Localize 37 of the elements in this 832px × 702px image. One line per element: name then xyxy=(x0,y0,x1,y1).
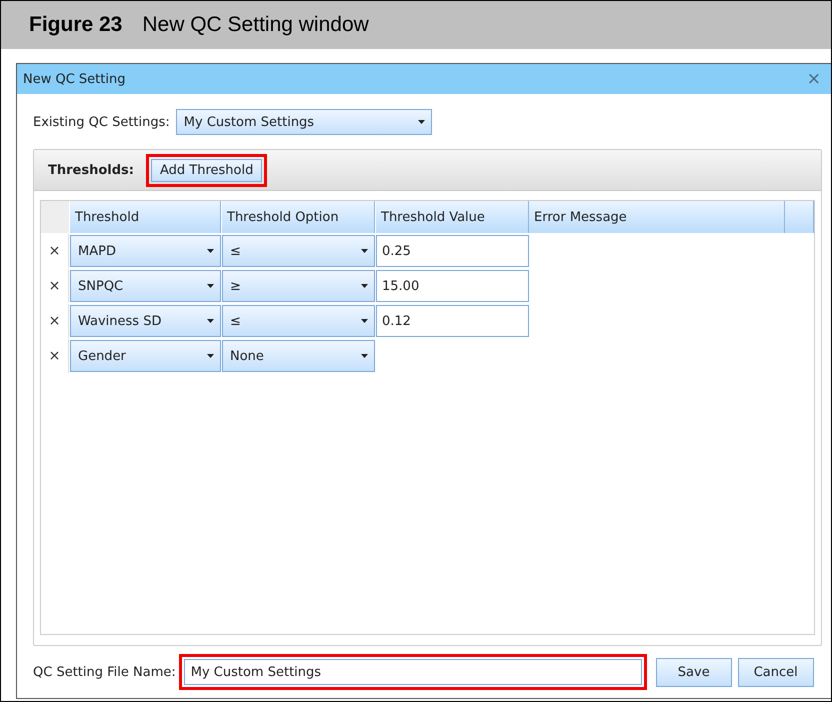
add-threshold-button[interactable]: Add Threshold xyxy=(150,158,262,182)
thresholds-label: Thresholds: xyxy=(48,162,134,178)
save-button[interactable]: Save xyxy=(656,658,732,686)
caret-icon xyxy=(361,319,368,323)
caret-icon xyxy=(207,319,214,323)
column-header[interactable]: Threshold xyxy=(70,201,221,233)
column-header[interactable]: Error Message xyxy=(529,201,785,233)
option-dropdown[interactable]: ≤ xyxy=(222,235,375,267)
file-name-field[interactable]: My Custom Settings xyxy=(184,659,642,685)
column-header[interactable]: Threshold Option xyxy=(222,201,375,233)
caret-icon xyxy=(361,354,368,358)
option-dropdown[interactable]: None xyxy=(222,340,375,372)
threshold-dropdown[interactable]: SNPQC xyxy=(70,270,221,302)
threshold-value-field[interactable]: 0.25 xyxy=(376,235,529,267)
caret-icon xyxy=(207,249,214,253)
window-title: New QC Setting xyxy=(23,72,126,86)
header-corner-cell xyxy=(41,201,69,233)
caret-icon xyxy=(207,354,214,358)
threshold-dropdown[interactable]: Waviness SD xyxy=(70,305,221,337)
threshold-value-field[interactable]: 15.00 xyxy=(376,270,529,302)
caret-icon xyxy=(361,284,368,288)
threshold-dropdown[interactable]: Gender xyxy=(70,340,221,372)
empty-column-header xyxy=(785,201,814,233)
caret-icon xyxy=(361,249,368,253)
option-dropdown[interactable]: ≥ xyxy=(222,270,375,302)
cancel-button[interactable]: Cancel xyxy=(738,658,814,686)
caret-icon xyxy=(207,284,214,288)
figure-label: Figure 23 xyxy=(29,13,122,37)
option-dropdown[interactable]: ≤ xyxy=(222,305,375,337)
existing-settings-dropdown[interactable]: My Custom Settings xyxy=(176,109,432,135)
file-name-label: QC Setting File Name: xyxy=(33,664,176,680)
figure-caption: New QC Setting window xyxy=(142,13,369,37)
caret-icon xyxy=(418,120,425,124)
threshold-value-field[interactable]: 0.12 xyxy=(376,305,529,337)
threshold-dropdown[interactable]: MAPD xyxy=(70,235,221,267)
existing-settings-label: Existing QC Settings: xyxy=(33,114,170,130)
column-header[interactable]: Threshold Value xyxy=(376,201,529,233)
